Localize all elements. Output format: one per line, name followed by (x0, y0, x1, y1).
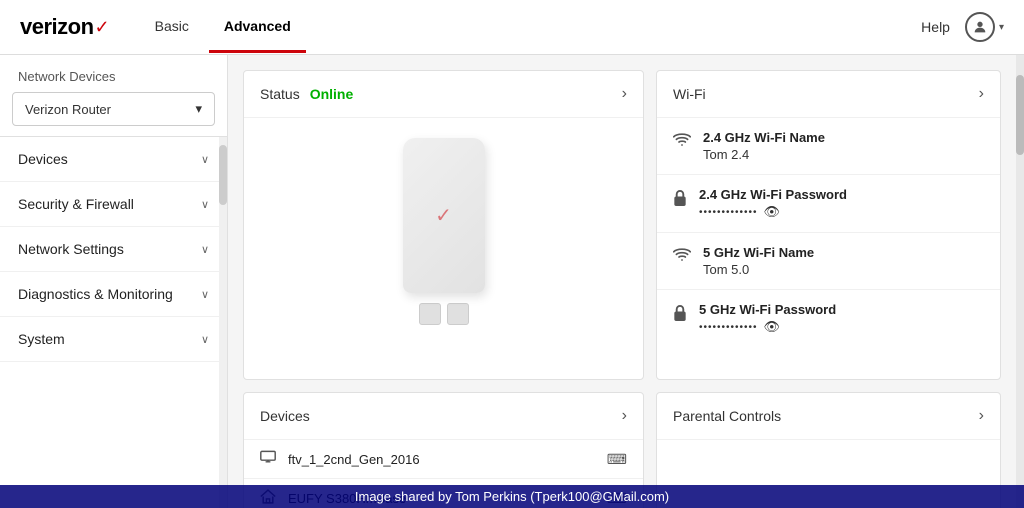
sidebar-item-security-label: Security & Firewall (18, 196, 134, 212)
wifi-item-5-name: 5 GHz Wi-Fi Name Tom 5.0 (657, 233, 1000, 290)
wifi-5-name-value: Tom 5.0 (703, 262, 984, 277)
tab-basic[interactable]: Basic (140, 2, 204, 53)
device-action-icon-0[interactable]: ⌨ (607, 451, 627, 468)
sidebar-scrollbar[interactable] (219, 137, 227, 508)
sidebar-item-network-settings-chevron: ∨ (201, 243, 209, 256)
wifi-24-name-value: Tom 2.4 (703, 147, 984, 162)
dropdown-value: Verizon Router (25, 102, 111, 117)
wifi-5-password-row: ••••••••••••• 👁 (699, 319, 984, 335)
help-link[interactable]: Help (921, 19, 950, 35)
watermark-text: Image shared by Tom Perkins (Tperk100@GM… (355, 489, 669, 504)
wifi-24-name-icon (673, 132, 691, 151)
status-card-chevron-icon[interactable]: › (622, 85, 627, 103)
status-card-status: Online (310, 86, 354, 102)
main-content: Network Devices Verizon Router ▾ Devices… (0, 55, 1024, 508)
wifi-24-password-dots: ••••••••••••• (699, 207, 758, 218)
status-card-title: Status (260, 86, 300, 102)
devices-card-title: Devices (260, 408, 310, 424)
logo-checkmark: ✓ (95, 17, 110, 38)
wifi-5-name-label: 5 GHz Wi-Fi Name (703, 245, 984, 260)
router-base-row (419, 303, 469, 325)
top-cards-row: Status Online › ✓ (243, 70, 1001, 380)
tab-advanced[interactable]: Advanced (209, 2, 306, 53)
sidebar-item-system-chevron: ∨ (201, 333, 209, 346)
network-devices-dropdown[interactable]: Verizon Router ▾ (12, 92, 215, 126)
wifi-item-5-password: 5 GHz Wi-Fi Password ••••••••••••• 👁 (657, 290, 1000, 347)
wifi-5-password-info: 5 GHz Wi-Fi Password ••••••••••••• 👁 (699, 302, 984, 335)
device-monitor-icon-0 (260, 450, 276, 468)
wifi-24-password-label: 2.4 GHz Wi-Fi Password (699, 187, 984, 202)
wifi-5-name-info: 5 GHz Wi-Fi Name Tom 5.0 (703, 245, 984, 277)
wifi-card-chevron-icon[interactable]: › (979, 85, 984, 103)
header-right: Help ▾ (921, 12, 1004, 42)
router-base-btn-2 (447, 303, 469, 325)
sidebar-scrollbar-thumb (219, 145, 227, 205)
nav-tabs: Basic Advanced (140, 2, 306, 53)
router-verizon-check: ✓ (435, 203, 452, 228)
router-body: ✓ (403, 138, 485, 293)
sidebar-item-diagnostics-chevron: ∨ (201, 288, 209, 301)
wifi-24-password-row: ••••••••••••• 👁 (699, 204, 984, 220)
sidebar-item-network-settings-label: Network Settings (18, 241, 124, 257)
sidebar-item-devices-label: Devices (18, 151, 68, 167)
logo-text: verizon (20, 14, 94, 40)
wifi-24-name-label: 2.4 GHz Wi-Fi Name (703, 130, 984, 145)
router-image-container: ✓ (244, 118, 643, 340)
parental-card-chevron-icon[interactable]: › (979, 407, 984, 425)
watermark-bar: Image shared by Tom Perkins (Tperk100@GM… (0, 485, 1024, 508)
wifi-24-password-eye-icon[interactable]: 👁 (764, 204, 781, 220)
sidebar-item-devices-chevron: ∨ (201, 153, 209, 166)
device-item-0: ftv_1_2cnd_Gen_2016 ⌨ (244, 440, 643, 479)
content-area: Status Online › ✓ (228, 55, 1016, 508)
user-avatar[interactable] (965, 12, 995, 42)
content-scrollbar-thumb (1016, 75, 1024, 155)
devices-card-chevron-icon[interactable]: › (622, 407, 627, 425)
sidebar-item-security-chevron: ∨ (201, 198, 209, 211)
sidebar-item-network-settings[interactable]: Network Settings ∨ (0, 227, 227, 272)
wifi-24-password-lock-icon (673, 189, 687, 211)
device-name-0: ftv_1_2cnd_Gen_2016 (288, 452, 595, 467)
wifi-24-password-info: 2.4 GHz Wi-Fi Password ••••••••••••• 👁 (699, 187, 984, 220)
logo: verizon ✓ (20, 14, 110, 40)
sidebar-scroll-area: Devices ∨ Security & Firewall ∨ Network … (0, 137, 227, 508)
wifi-5-password-lock-icon (673, 304, 687, 326)
status-card: Status Online › ✓ (243, 70, 644, 380)
parental-card-header: Parental Controls › (657, 393, 1000, 440)
content-scrollbar[interactable] (1016, 55, 1024, 508)
sidebar-item-diagnostics-label: Diagnostics & Monitoring (18, 286, 173, 302)
wifi-5-password-eye-icon[interactable]: 👁 (764, 319, 781, 335)
dropdown-chevron-icon: ▾ (195, 101, 202, 117)
sidebar-item-diagnostics[interactable]: Diagnostics & Monitoring ∨ (0, 272, 227, 317)
user-chevron-icon: ▾ (999, 22, 1004, 33)
wifi-item-24-name: 2.4 GHz Wi-Fi Name Tom 2.4 (657, 118, 1000, 175)
sidebar-item-system-label: System (18, 331, 65, 347)
wifi-card-header: Wi-Fi › (657, 71, 1000, 118)
wifi-5-password-label: 5 GHz Wi-Fi Password (699, 302, 984, 317)
header: verizon ✓ Basic Advanced Help ▾ (0, 0, 1024, 55)
wifi-item-24-password: 2.4 GHz Wi-Fi Password ••••••••••••• 👁 (657, 175, 1000, 233)
wifi-24-name-info: 2.4 GHz Wi-Fi Name Tom 2.4 (703, 130, 984, 162)
router-base-btn-1 (419, 303, 441, 325)
wifi-5-password-dots: ••••••••••••• (699, 322, 758, 333)
network-devices-label: Network Devices (0, 55, 227, 92)
sidebar-item-security[interactable]: Security & Firewall ∨ (0, 182, 227, 227)
wifi-5-name-icon (673, 247, 691, 266)
status-card-header: Status Online › (244, 71, 643, 118)
status-card-header-left: Status Online (260, 86, 353, 102)
parental-card-title: Parental Controls (673, 408, 781, 424)
sidebar: Network Devices Verizon Router ▾ Devices… (0, 55, 228, 508)
devices-card-header: Devices › (244, 393, 643, 440)
user-menu[interactable]: ▾ (965, 12, 1004, 42)
wifi-card: Wi-Fi › 2.4 GHz Wi-Fi Name (656, 70, 1001, 380)
sidebar-item-system[interactable]: System ∨ (0, 317, 227, 362)
sidebar-item-devices[interactable]: Devices ∨ (0, 137, 227, 182)
wifi-card-title: Wi-Fi (673, 86, 706, 102)
